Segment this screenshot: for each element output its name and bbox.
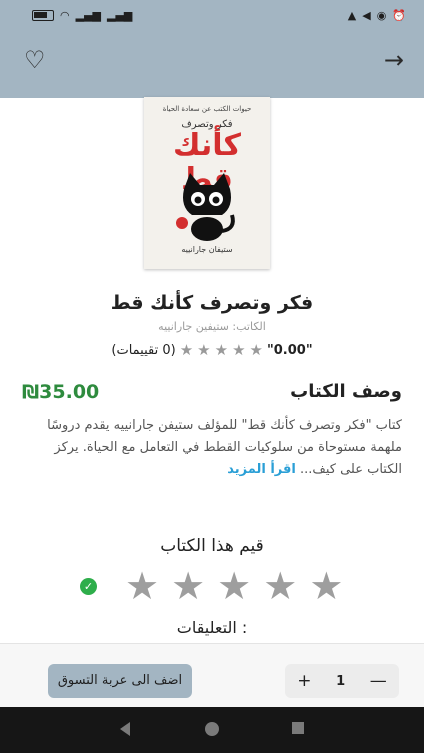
description-heading: وصف الكتاب <box>290 381 402 402</box>
bottom-bar: اضف الى عربة التسوق + 1 — <box>0 643 424 707</box>
star-icon: ★ <box>214 341 229 359</box>
signal-icon: ▂▄▆ <box>75 9 101 22</box>
whatsapp-icon: ◉ <box>376 9 387 22</box>
rate-star-icon[interactable]: ★ <box>125 566 159 606</box>
book-description: كتاب "فكر وتصرف كأنك قط" للمؤلف ستيفن جا… <box>22 415 402 481</box>
nav-back-icon[interactable] <box>120 722 130 736</box>
cover-tagline: حيوات الكتب عن سعادة الحياة <box>162 105 252 113</box>
rate-title: قيم هذا الكتاب <box>160 536 264 556</box>
star-icon: ★ <box>232 341 246 359</box>
status-right: ▲ ◀ ◉ ⏰ <box>348 9 406 22</box>
rating-score: "0.00" <box>266 342 313 358</box>
star-icon: ★ <box>197 341 211 359</box>
rate-star-icon[interactable]: ★ <box>263 566 297 606</box>
add-to-cart-button[interactable]: اضف الى عربة التسوق <box>48 664 192 698</box>
book-author: الكاتب: ستيفين جارانييه <box>158 320 266 333</box>
status-left: ◠ ▂▄▆ ▂▄▆ <box>32 9 132 22</box>
rate-stars: ✓ ★ ★ ★ ★ ★ <box>80 566 343 606</box>
signal-icon: ▂▄▆ <box>107 9 133 22</box>
cat-illustration <box>176 173 235 241</box>
status-bar: ◠ ▂▄▆ ▂▄▆ ▲ ◀ ◉ ⏰ <box>0 0 424 34</box>
star-icon: ★ <box>249 341 263 359</box>
rate-star-icon[interactable]: ★ <box>171 566 205 606</box>
location-icon: ◀ <box>362 9 371 22</box>
description-text: كتاب "فكر وتصرف كأنك قط" للمؤلف ستيفن جا… <box>47 418 402 477</box>
rate-star-icon[interactable]: ★ <box>309 566 343 606</box>
star-icon: ★ <box>179 341 194 359</box>
nav-recent-icon[interactable] <box>292 722 304 734</box>
rating-summary: (0 تقييمات) ★ ★ ★ ★ ★ "0.00" <box>0 341 424 359</box>
nav-home-icon[interactable] <box>205 722 219 736</box>
book-price: ₪35.00 <box>22 381 100 403</box>
book-title: فكر وتصرف كأنك قط <box>110 292 314 314</box>
cover-author: ستيفان جارانييه <box>181 245 233 254</box>
alarm-icon: ⏰ <box>392 9 406 22</box>
book-cover: حيوات الكتب عن سعادة الحياة فكر وتصرف كأ… <box>144 97 270 269</box>
notification-icon: ▲ <box>347 9 357 22</box>
arrow-right-icon[interactable]: → <box>384 48 404 72</box>
system-nav-bar <box>0 707 424 753</box>
quantity-stepper: + 1 — <box>285 664 399 698</box>
comments-title: : التعليقات <box>176 618 248 637</box>
wifi-icon: ◠ <box>60 9 70 22</box>
check-circle-icon[interactable]: ✓ <box>80 577 97 595</box>
read-more-link[interactable]: اقرأ المزيد <box>227 462 296 477</box>
quantity-value: 1 <box>336 673 346 689</box>
battery-icon <box>32 10 54 21</box>
rate-star-icon[interactable]: ★ <box>217 566 251 606</box>
rating-count: (0 تقييمات) <box>111 342 176 358</box>
decrease-button[interactable]: — <box>370 671 387 691</box>
heart-icon[interactable]: ♡ <box>24 48 46 72</box>
increase-button[interactable]: + <box>297 671 311 691</box>
